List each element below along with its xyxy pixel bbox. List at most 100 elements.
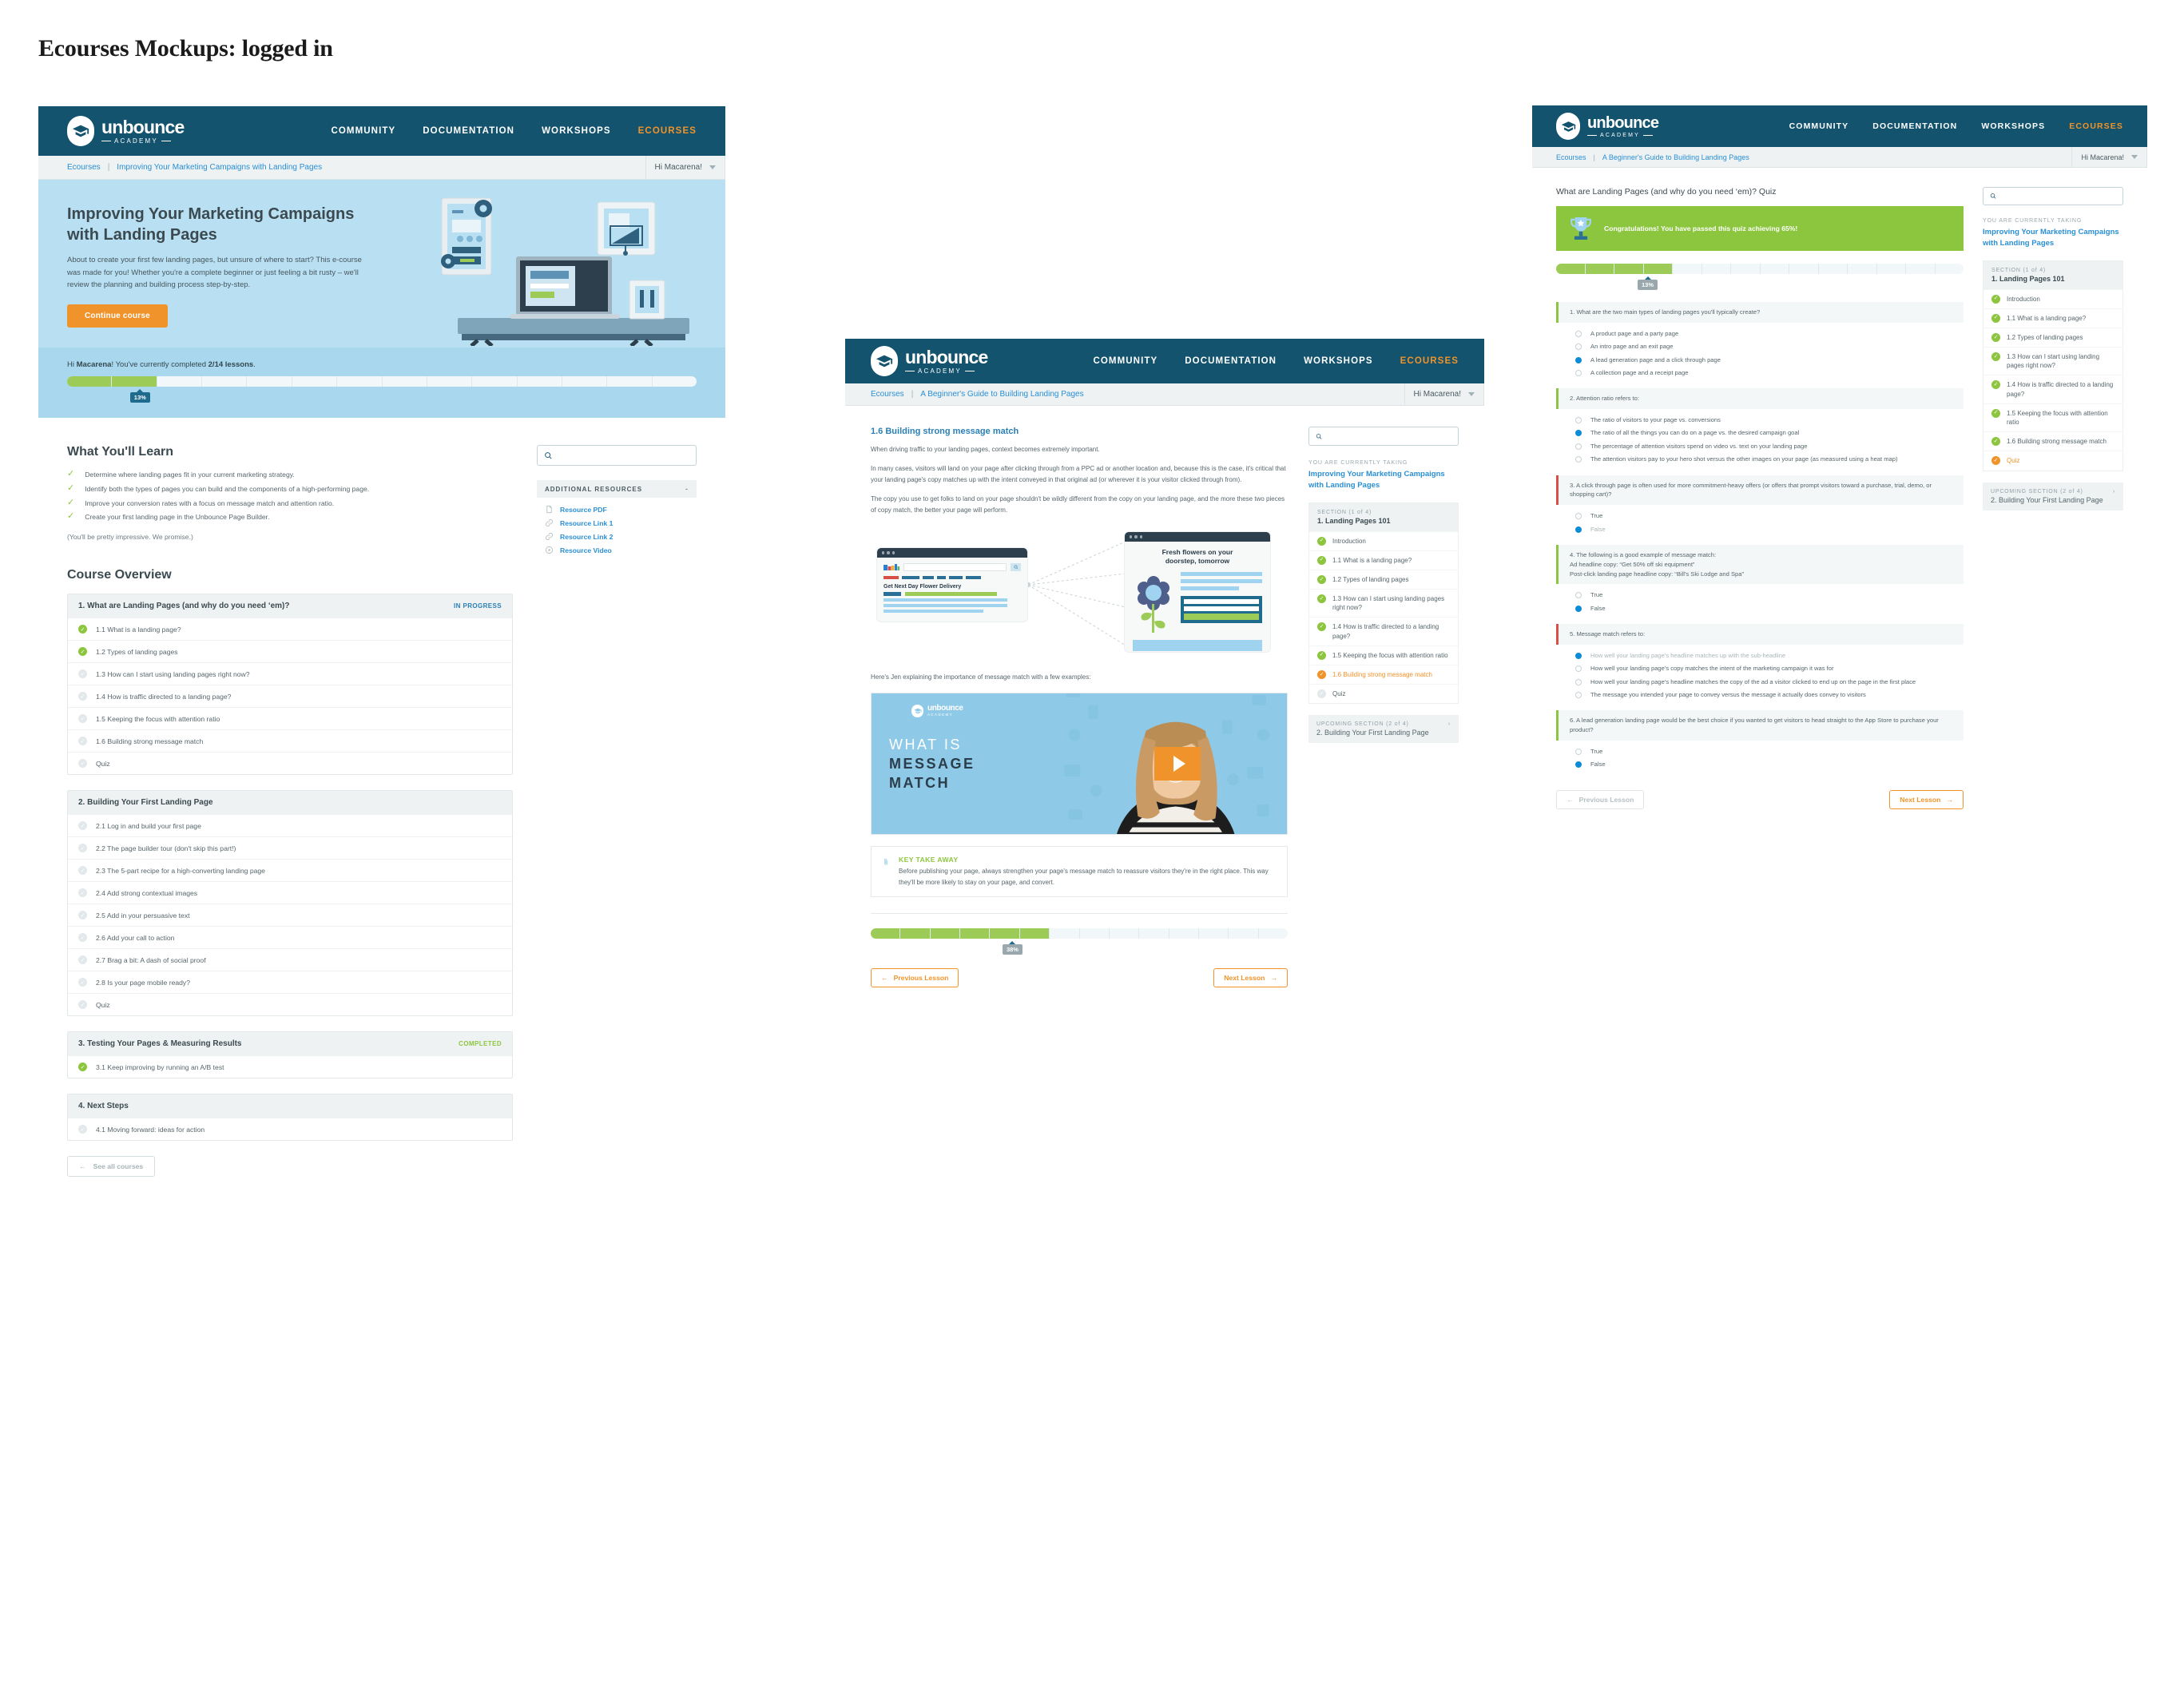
next-lesson-button[interactable]: Next Lesson → xyxy=(1213,968,1288,988)
section-nav-item[interactable]: ✓ 1.6 Building strong message match xyxy=(1309,665,1458,684)
nav-item-ecourses[interactable]: ECOURSES xyxy=(2069,121,2123,131)
lesson-row[interactable]: ✓ 1.3 How can I start using landing pages… xyxy=(68,662,512,685)
nav-item-workshops[interactable]: WORKSHOPS xyxy=(542,126,611,136)
quiz-option[interactable]: A lead generation page and a click throu… xyxy=(1575,355,1964,364)
radio-selected-icon[interactable] xyxy=(1575,605,1582,612)
nav-item-documentation[interactable]: DOCUMENTATION xyxy=(423,126,514,136)
nav-item-documentation[interactable]: DOCUMENTATION xyxy=(1185,356,1277,366)
breadcrumb-home[interactable]: Ecourses xyxy=(67,163,101,172)
radio-empty-icon[interactable] xyxy=(1575,443,1582,450)
search-box[interactable] xyxy=(1308,427,1459,446)
course-section-header[interactable]: 3. Testing Your Pages & Measuring Result… xyxy=(68,1032,512,1055)
radio-empty-icon[interactable] xyxy=(1575,691,1582,698)
user-menu[interactable]: Hi Macarena! xyxy=(1404,383,1484,405)
additional-resources-header[interactable]: ADDITIONAL RESOURCES - xyxy=(537,480,697,498)
radio-empty-icon[interactable] xyxy=(1575,665,1582,673)
section-nav-item[interactable]: ✓ 1.5 Keeping the focus with attention ra… xyxy=(1309,645,1458,665)
nav-item-community[interactable]: COMMUNITY xyxy=(1789,121,1849,131)
nav-item-documentation[interactable]: DOCUMENTATION xyxy=(1872,121,1957,131)
lesson-row[interactable]: ✓ 2.5 Add in your persuasive text xyxy=(68,904,512,926)
quiz-option[interactable]: How well your landing page's copy matche… xyxy=(1575,664,1964,673)
quiz-option[interactable]: False xyxy=(1575,525,1964,534)
quiz-option[interactable]: True xyxy=(1575,511,1964,520)
radio-empty-icon[interactable] xyxy=(1575,344,1582,351)
section-nav-item[interactable]: ✓ 1.2 Types of landing pages xyxy=(1983,327,2122,347)
quiz-option[interactable]: An intro page and an exit page xyxy=(1575,342,1964,351)
nav-item-ecourses[interactable]: ECOURSES xyxy=(1400,356,1459,366)
lesson-row[interactable]: ✓ Quiz xyxy=(68,993,512,1015)
breadcrumb-current[interactable]: A Beginner's Guide to Building Landing P… xyxy=(920,390,1083,399)
section-nav-item[interactable]: ✓ 1.4 How is traffic directed to a landin… xyxy=(1309,617,1458,645)
lesson-row[interactable]: ✓ 2.6 Add your call to action xyxy=(68,926,512,948)
user-menu[interactable]: Hi Macarena! xyxy=(2071,147,2147,167)
quiz-option[interactable]: False xyxy=(1575,604,1964,613)
current-course-link[interactable]: Improving Your Marketing Campaigns with … xyxy=(1983,227,2123,249)
quiz-option[interactable]: False xyxy=(1575,760,1964,769)
search-box[interactable] xyxy=(537,445,697,466)
upcoming-section-card[interactable]: UPCOMING SECTION (2 of 4) › 2. Building … xyxy=(1983,482,2123,510)
course-section-header[interactable]: 2. Building Your First Landing Page xyxy=(68,791,512,814)
section-nav-item[interactable]: ✓ 1.4 How is traffic directed to a landin… xyxy=(1983,375,2122,403)
lesson-row[interactable]: ✓ 1.1 What is a landing page? xyxy=(68,618,512,640)
lesson-video[interactable]: unbounce ACADEMY WHAT IS MESSAGE MATCH xyxy=(871,693,1288,835)
collapse-icon[interactable]: - xyxy=(685,485,689,493)
lesson-row[interactable]: ✓ 1.6 Building strong message match xyxy=(68,729,512,752)
resource-link[interactable]: Resource Video xyxy=(560,546,612,554)
lesson-row[interactable]: ✓ 2.2 The page builder tour (don't skip t… xyxy=(68,836,512,859)
lesson-row[interactable]: ✓ 2.8 Is your page mobile ready? xyxy=(68,971,512,993)
resource-link[interactable]: Resource Link 1 xyxy=(560,519,613,527)
radio-empty-icon[interactable] xyxy=(1575,456,1582,463)
lesson-row[interactable]: ✓ 1.4 How is traffic directed to a landin… xyxy=(68,685,512,707)
breadcrumb-home[interactable]: Ecourses xyxy=(871,390,904,399)
section-nav-item[interactable]: ✓ 1.3 How can I start using landing pages… xyxy=(1983,347,2122,375)
breadcrumb-current[interactable]: Improving Your Marketing Campaigns with … xyxy=(117,163,322,172)
previous-lesson-button[interactable]: ← Previous Lesson xyxy=(1556,789,1645,809)
unbounce-academy-logo[interactable]: unbounce ACADEMY xyxy=(871,346,988,376)
resource-link[interactable]: Resource Link 2 xyxy=(560,533,613,541)
unbounce-academy-logo[interactable]: unbounce ACADEMY xyxy=(1556,113,1659,140)
section-nav-item[interactable]: ✓ Introduction xyxy=(1983,288,2122,308)
section-nav-item[interactable]: ✓ 1.1 What is a landing page? xyxy=(1983,308,2122,328)
section-nav-item[interactable]: ✓ 1.1 What is a landing page? xyxy=(1309,550,1458,570)
unbounce-academy-logo[interactable]: unbounce ACADEMY xyxy=(67,116,185,146)
radio-empty-icon[interactable] xyxy=(1575,369,1582,376)
radio-empty-icon[interactable] xyxy=(1575,678,1582,685)
radio-empty-icon[interactable] xyxy=(1575,330,1582,337)
lesson-row[interactable]: ✓ 2.1 Log in and build your first page xyxy=(68,814,512,836)
nav-item-community[interactable]: COMMUNITY xyxy=(331,126,395,136)
search-input[interactable] xyxy=(1322,432,1451,440)
lesson-row[interactable]: ✓ 1.5 Keeping the focus with attention ra… xyxy=(68,707,512,729)
course-section-header[interactable]: 4. Next Steps xyxy=(68,1094,512,1118)
quiz-option[interactable]: True xyxy=(1575,590,1964,599)
lesson-row[interactable]: ✓ 2.7 Brag a bit: A dash of social proof xyxy=(68,948,512,971)
current-course-link[interactable]: Improving Your Marketing Campaigns with … xyxy=(1308,469,1459,491)
radio-selected-icon[interactable] xyxy=(1575,356,1582,363)
radio-empty-icon[interactable] xyxy=(1575,513,1582,520)
breadcrumb-current[interactable]: A Beginner's Guide to Building Landing P… xyxy=(1602,153,1749,161)
radio-selected-icon[interactable] xyxy=(1575,652,1582,659)
section-nav-item[interactable]: ✓ 1.6 Building strong message match xyxy=(1983,431,2122,451)
search-input[interactable] xyxy=(553,451,689,459)
nav-item-workshops[interactable]: WORKSHOPS xyxy=(1304,356,1373,366)
lesson-row[interactable]: ✓ 2.3 The 5-part recipe for a high-conver… xyxy=(68,859,512,881)
resource-link[interactable]: Resource PDF xyxy=(560,506,607,514)
next-lesson-button[interactable]: Next Lesson → xyxy=(1889,789,1964,809)
quiz-option[interactable]: The ratio of visitors to your page vs. c… xyxy=(1575,415,1964,424)
search-box[interactable] xyxy=(1983,187,2123,205)
radio-selected-icon[interactable] xyxy=(1575,430,1582,437)
lesson-row[interactable]: ✓ 4.1 Moving forward: ideas for action xyxy=(68,1118,512,1140)
lesson-row[interactable]: ✓ Quiz xyxy=(68,752,512,774)
section-nav-item[interactable]: ✓ 1.3 How can I start using landing pages… xyxy=(1309,589,1458,617)
radio-selected-icon[interactable] xyxy=(1575,526,1582,533)
nav-item-community[interactable]: COMMUNITY xyxy=(1093,356,1158,366)
quiz-option[interactable]: A product page and a party page xyxy=(1575,329,1964,338)
search-input[interactable] xyxy=(1996,193,2116,200)
section-nav-item[interactable]: ✓ Introduction xyxy=(1309,530,1458,550)
lesson-row[interactable]: ✓ 1.2 Types of landing pages xyxy=(68,640,512,662)
continue-course-button[interactable]: Continue course xyxy=(67,304,168,328)
radio-empty-icon[interactable] xyxy=(1575,592,1582,599)
nav-item-workshops[interactable]: WORKSHOPS xyxy=(1981,121,2045,131)
lesson-row[interactable]: ✓ 3.1 Keep improving by running an A/B te… xyxy=(68,1055,512,1078)
quiz-option[interactable]: How well your landing page's headline ma… xyxy=(1575,651,1964,660)
quiz-option[interactable]: True xyxy=(1575,747,1964,756)
